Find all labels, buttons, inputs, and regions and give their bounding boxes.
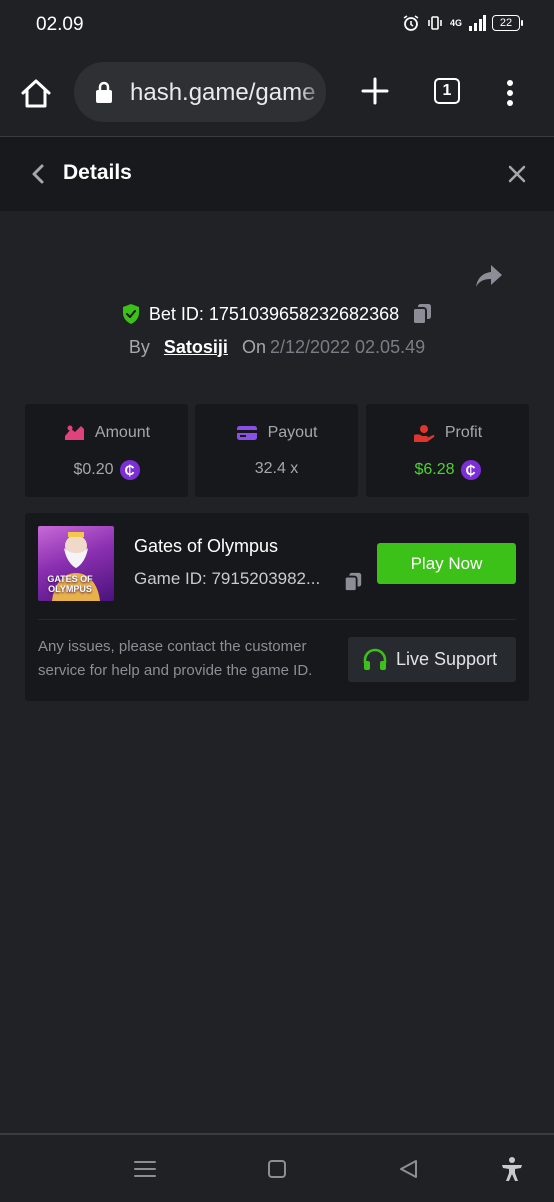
home-icon — [21, 79, 51, 108]
username-link[interactable]: Satosiji — [164, 337, 228, 358]
amount-value: $0.20 — [73, 461, 114, 478]
status-time: 02.09 — [36, 14, 84, 35]
alarm-icon — [403, 15, 419, 31]
profit-value: $6.28 — [414, 461, 455, 478]
game-thumbnail[interactable]: GATES OF OLYMPUS — [38, 526, 114, 601]
live-support-label: Live Support — [396, 649, 498, 669]
amount-icon — [64, 425, 84, 440]
new-tab-button[interactable] — [360, 76, 390, 106]
amount-card: Amount $0.20 ₵ — [25, 404, 188, 497]
share-button[interactable] — [474, 262, 504, 290]
divider — [38, 619, 516, 620]
close-icon — [508, 165, 526, 183]
game-name: Gates of Olympus — [134, 536, 279, 556]
amount-label: Amount — [94, 424, 151, 441]
game-id: Game ID: 7915203982... — [134, 569, 321, 588]
on-label: On — [241, 336, 266, 357]
by-label: By — [128, 336, 150, 357]
plus-icon — [361, 77, 389, 105]
share-icon — [476, 265, 502, 287]
profit-icon — [413, 425, 435, 442]
profit-card: Profit $6.28 ₵ — [366, 404, 529, 497]
game-thumbnail-text: GATES OF OLYMPUS — [47, 574, 93, 594]
payout-card: Payout 32.4 x — [195, 404, 358, 497]
bet-date: 2/12/2022 02.05.49 — [269, 336, 426, 357]
browser-menu-button[interactable] — [500, 78, 520, 108]
chevron-left-icon — [32, 164, 44, 184]
coin-icon: ₵ — [460, 460, 481, 480]
home-button[interactable] — [18, 76, 54, 112]
square-icon — [268, 1160, 286, 1178]
headset-icon — [363, 648, 387, 670]
url-text: hash.game/game — [130, 79, 316, 106]
close-button[interactable] — [504, 161, 530, 187]
support-notice: Any issues, please contact the customer … — [38, 638, 313, 679]
coin-icon: ₵ — [119, 460, 140, 480]
bet-id-row: Bet ID: 1751039658232682368 — [0, 300, 554, 328]
accessibility-button[interactable] — [498, 1155, 526, 1183]
accessibility-icon — [502, 1157, 522, 1181]
triangle-back-icon — [400, 1160, 417, 1178]
copy-icon[interactable] — [411, 302, 433, 326]
signal-icon — [469, 15, 486, 31]
system-nav-bar — [0, 1133, 554, 1202]
network-type: 4G — [449, 18, 462, 28]
play-now-button[interactable]: Play Now — [377, 543, 516, 584]
payout-label: Payout — [267, 424, 318, 441]
shield-check-icon — [122, 304, 139, 324]
profit-label: Profit — [444, 424, 483, 441]
battery-icon: 22 — [492, 15, 523, 31]
page-title: Details — [63, 161, 132, 184]
game-card: GATES OF OLYMPUS Gates of Olympus Game I… — [25, 513, 529, 701]
card-icon — [236, 426, 257, 440]
lock-icon — [96, 81, 112, 103]
details-header: Details — [0, 137, 554, 211]
bet-id: Bet ID: 1751039658232682368 — [148, 303, 400, 324]
payout-value: 32.4 x — [254, 460, 299, 477]
recent-apps-button[interactable] — [131, 1155, 159, 1183]
url-bar[interactable]: hash.game/game — [74, 62, 326, 122]
browser-toolbar: hash.game/game 1 — [0, 48, 554, 138]
home-nav-button[interactable] — [263, 1155, 291, 1183]
vibrate-icon — [428, 16, 442, 30]
live-support-button[interactable]: Live Support — [348, 637, 516, 682]
status-icons: 4G 22 — [402, 14, 523, 32]
more-vert-icon — [507, 80, 513, 106]
back-button[interactable] — [26, 161, 52, 187]
tab-switcher-button[interactable]: 1 — [434, 78, 460, 104]
tab-count: 1 — [442, 82, 452, 99]
copy-icon[interactable] — [343, 571, 363, 593]
battery-level: 22 — [499, 17, 513, 29]
back-nav-button[interactable] — [395, 1155, 423, 1183]
bet-meta-row: By Satosiji On 2/12/2022 02.05.49 — [0, 334, 554, 360]
menu-lines-icon — [134, 1161, 156, 1177]
status-bar: 02.09 4G 22 — [0, 0, 554, 48]
